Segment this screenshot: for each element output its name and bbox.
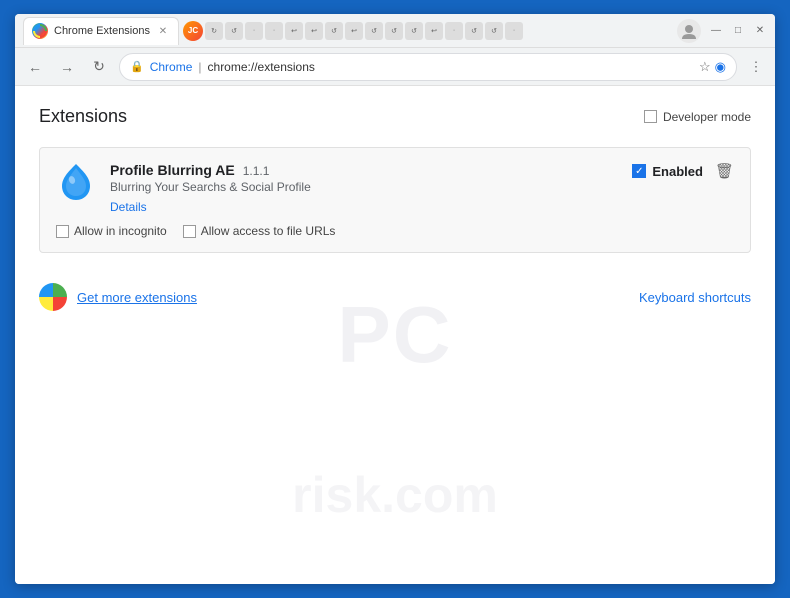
tab-s10[interactable]: ↺: [385, 22, 403, 40]
tab-strip-area: Chrome Extensions ✕ JC ↻ ↺ · · ↩ ↩ ↺ ↩ ↺…: [23, 17, 677, 45]
menu-button[interactable]: ⋮: [745, 56, 767, 78]
allow-incognito-label: Allow in incognito: [74, 224, 167, 238]
developer-mode-checkbox[interactable]: [644, 110, 657, 123]
bottom-links: Get more extensions Keyboard shortcuts: [39, 273, 751, 321]
developer-mode-section: Developer mode: [644, 110, 751, 124]
tab-s4[interactable]: ·: [265, 22, 283, 40]
minimize-button[interactable]: —: [709, 24, 723, 38]
get-more-row: Get more extensions: [39, 283, 197, 311]
tab-s16[interactable]: ·: [505, 22, 523, 40]
maximize-button[interactable]: □: [731, 24, 745, 38]
allow-incognito-checkbox[interactable]: [56, 225, 69, 238]
enabled-row: ✓ Enabled: [632, 164, 703, 179]
tab-s11[interactable]: ↺: [405, 22, 423, 40]
keyboard-shortcuts-link[interactable]: Keyboard shortcuts: [639, 290, 751, 305]
close-button[interactable]: ✕: [753, 24, 767, 38]
refresh-button[interactable]: ↻: [87, 55, 111, 79]
tab-s3[interactable]: ·: [245, 22, 263, 40]
window-controls: — □ ✕: [677, 19, 767, 43]
page-content: PC risk.com Extensions Developer mode: [15, 86, 775, 584]
extension-name: Profile Blurring AE: [110, 162, 235, 178]
tab-s7[interactable]: ↺: [325, 22, 343, 40]
allow-incognito-option: Allow in incognito: [56, 224, 167, 238]
address-bar: ← → ↻ 🔒 Chrome | chrome://extensions ☆ ◉…: [15, 48, 775, 86]
title-bar: Chrome Extensions ✕ JC ↻ ↺ · · ↩ ↩ ↺ ↩ ↺…: [15, 14, 775, 48]
extension-description: Blurring Your Searchs & Social Profile: [110, 180, 311, 194]
get-more-extensions-link[interactable]: Get more extensions: [77, 290, 197, 305]
enabled-label: Enabled: [652, 164, 703, 179]
extension-options-row: Allow in incognito Allow access to file …: [56, 224, 734, 238]
other-tabs: JC ↻ ↺ · · ↩ ↩ ↺ ↩ ↺ ↺ ↺ ↩ · ↺ ↺ ·: [183, 21, 523, 41]
url-bar-icons: ☆ ◉: [699, 59, 726, 75]
extension-details: Profile Blurring AE 1.1.1 Blurring Your …: [110, 162, 311, 214]
watermark-risk: risk.com: [292, 466, 498, 524]
tab-jc[interactable]: JC: [183, 21, 203, 41]
extension-card: Profile Blurring AE 1.1.1 Blurring Your …: [39, 147, 751, 253]
enabled-checkbox[interactable]: ✓: [632, 164, 646, 178]
bookmark-icon[interactable]: ☆: [699, 59, 711, 75]
extension-details-link[interactable]: Details: [110, 200, 311, 214]
tab-s15[interactable]: ↺: [485, 22, 503, 40]
tab-s14[interactable]: ↺: [465, 22, 483, 40]
extension-version: 1.1.1: [243, 164, 270, 178]
tab-close-button[interactable]: ✕: [156, 24, 170, 38]
tab-s9[interactable]: ↺: [365, 22, 383, 40]
url-path: chrome://extensions: [208, 60, 315, 74]
extension-icon: [56, 162, 96, 202]
cast-icon[interactable]: ◉: [715, 59, 726, 75]
tab-label: Chrome Extensions: [54, 25, 150, 37]
tab-s5[interactable]: ↩: [285, 22, 303, 40]
url-chrome-label: Chrome: [150, 60, 193, 74]
allow-file-urls-label: Allow access to file URLs: [201, 224, 336, 238]
active-tab[interactable]: Chrome Extensions ✕: [23, 17, 179, 45]
security-icon: 🔒: [130, 60, 144, 73]
tab-s8[interactable]: ↩: [345, 22, 363, 40]
url-separator: |: [198, 60, 201, 74]
tab-s12[interactable]: ↩: [425, 22, 443, 40]
extension-info-left: Profile Blurring AE 1.1.1 Blurring Your …: [56, 162, 311, 214]
tab-s2[interactable]: ↺: [225, 22, 243, 40]
chrome-logo-icon: [39, 283, 67, 311]
url-bar[interactable]: 🔒 Chrome | chrome://extensions ☆ ◉: [119, 53, 737, 81]
tab-s1[interactable]: ↻: [205, 22, 223, 40]
developer-mode-label: Developer mode: [663, 110, 751, 124]
profile-avatar[interactable]: [677, 19, 701, 43]
extension-controls-right: ✓ Enabled 🗑: [632, 162, 734, 180]
back-button[interactable]: ←: [23, 55, 47, 79]
tab-favicon: [32, 23, 48, 39]
tab-s6[interactable]: ↩: [305, 22, 323, 40]
extension-card-top: Profile Blurring AE 1.1.1 Blurring Your …: [56, 162, 734, 214]
browser-window: Chrome Extensions ✕ JC ↻ ↺ · · ↩ ↩ ↺ ↩ ↺…: [15, 14, 775, 584]
tab-s13[interactable]: ·: [445, 22, 463, 40]
extension-name-row: Profile Blurring AE 1.1.1: [110, 162, 311, 178]
page-header: Extensions Developer mode: [39, 106, 751, 127]
delete-extension-button[interactable]: 🗑: [715, 162, 734, 180]
forward-button[interactable]: →: [55, 55, 79, 79]
allow-file-urls-option: Allow access to file URLs: [183, 224, 336, 238]
allow-file-urls-checkbox[interactable]: [183, 225, 196, 238]
page-title: Extensions: [39, 106, 127, 127]
